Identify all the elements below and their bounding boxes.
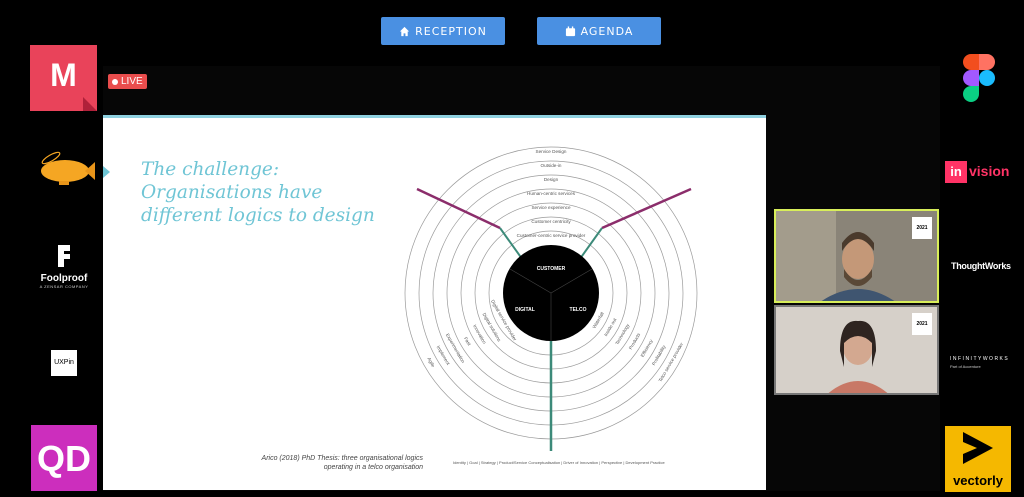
- live-dot-icon: [112, 78, 118, 85]
- center-label-telco: TELCO: [570, 307, 587, 313]
- foolproof-sub: A ZENSAR COMPANY: [39, 284, 89, 289]
- foolproof-name: Foolproof: [40, 273, 88, 284]
- slide-title-line: The challenge:: [141, 159, 280, 180]
- center-label-digital: DIGITAL: [515, 307, 535, 313]
- customer-axis-right: [601, 187, 692, 230]
- uxpin-logo[interactable]: UXPin: [51, 350, 77, 376]
- digital-ring-label: Implement: [436, 345, 451, 367]
- digital-ring-label: Fast: [463, 336, 472, 347]
- miro-logo[interactable]: M: [30, 45, 97, 111]
- foolproof-icon: [58, 245, 70, 267]
- customer-ring-label: Design: [544, 177, 559, 182]
- customer-ring-label: Customer-centric service provider: [517, 233, 586, 238]
- figma-logo[interactable]: [962, 54, 996, 107]
- thoughtworks-logo[interactable]: ThoughtWorks: [951, 261, 1011, 271]
- speaker-video-2[interactable]: 2021: [774, 305, 939, 395]
- event-badge: 2021: [912, 313, 932, 335]
- event-badge: 2021: [912, 217, 932, 239]
- arrow-icon: [103, 166, 110, 178]
- slide-title-line: different logics to design: [141, 205, 375, 226]
- top-navigation: RECEPTION AGENDA: [0, 17, 1024, 45]
- reception-label: RECEPTION: [415, 24, 487, 38]
- presentation-slide: The challenge: Organisations have differ…: [103, 115, 766, 490]
- customer-ring-label: Outside-in: [541, 163, 562, 168]
- agenda-label: AGENDA: [580, 24, 634, 38]
- figma-icon: [963, 54, 995, 102]
- logics-diagram: CUSTOMER DIGITAL TELCO Service Design Out…: [404, 146, 698, 451]
- telco-ring-label: Inside out: [603, 317, 618, 337]
- vectorly-chevron-icon: [963, 432, 993, 464]
- miro-letter: M: [50, 57, 77, 93]
- miro-fold-icon: [83, 97, 97, 111]
- blimp-logo[interactable]: [37, 150, 95, 197]
- agenda-button[interactable]: AGENDA: [537, 17, 661, 45]
- invision-logo[interactable]: in vision: [945, 161, 1011, 185]
- blimp-icon: [41, 151, 95, 185]
- speaker-video-1[interactable]: 2021: [774, 209, 939, 303]
- invision-wordmark: vision: [969, 163, 1010, 179]
- customer-ring-label: Service Design: [536, 149, 567, 154]
- slide-title: The challenge: Organisations have differ…: [141, 158, 401, 227]
- infinityworks-name: INFINITYWORKS: [950, 356, 1010, 362]
- customer-ring-label: Service experience: [531, 205, 571, 210]
- customer-ring-label: Customer centricity: [531, 219, 571, 224]
- slide-caption: Arico (2018) PhD Thesis: three organisat…: [261, 455, 423, 471]
- foolproof-logo[interactable]: Foolproof A ZENSAR COMPANY: [38, 245, 90, 295]
- vectorly-logo[interactable]: vectorly: [945, 426, 1011, 492]
- live-label: LIVE: [121, 76, 143, 87]
- reception-button[interactable]: RECEPTION: [381, 17, 505, 45]
- live-badge: LIVE: [108, 74, 147, 89]
- infinityworks-logo[interactable]: INFINITYWORKS Part of Accenture: [950, 356, 1009, 370]
- calendar-icon: [565, 25, 575, 36]
- telco-ring-label: Efficiency: [640, 338, 654, 358]
- center-label-customer: CUSTOMER: [537, 266, 566, 272]
- telco-ring-label: Profitability: [651, 344, 667, 367]
- digital-ring-label: Agile: [426, 357, 436, 369]
- customer-ring-label: Human-centric services: [527, 191, 576, 196]
- qd-letters: QD: [37, 438, 91, 479]
- customer-axis-left: [416, 187, 501, 230]
- home-icon: [400, 26, 410, 36]
- digital-ring-label: Innovation: [472, 324, 487, 345]
- slide-legend: Identity | Goal | Strategy | Product/Ser…: [453, 460, 665, 465]
- infinityworks-sub: Part of Accenture: [950, 364, 981, 369]
- invision-mark: in: [945, 161, 967, 183]
- telco-ring-label: Technology: [614, 322, 630, 345]
- vectorly-name: vectorly: [953, 473, 1003, 488]
- slide-title-line: Organisations have: [141, 182, 323, 203]
- qd-logo[interactable]: QD: [31, 425, 97, 491]
